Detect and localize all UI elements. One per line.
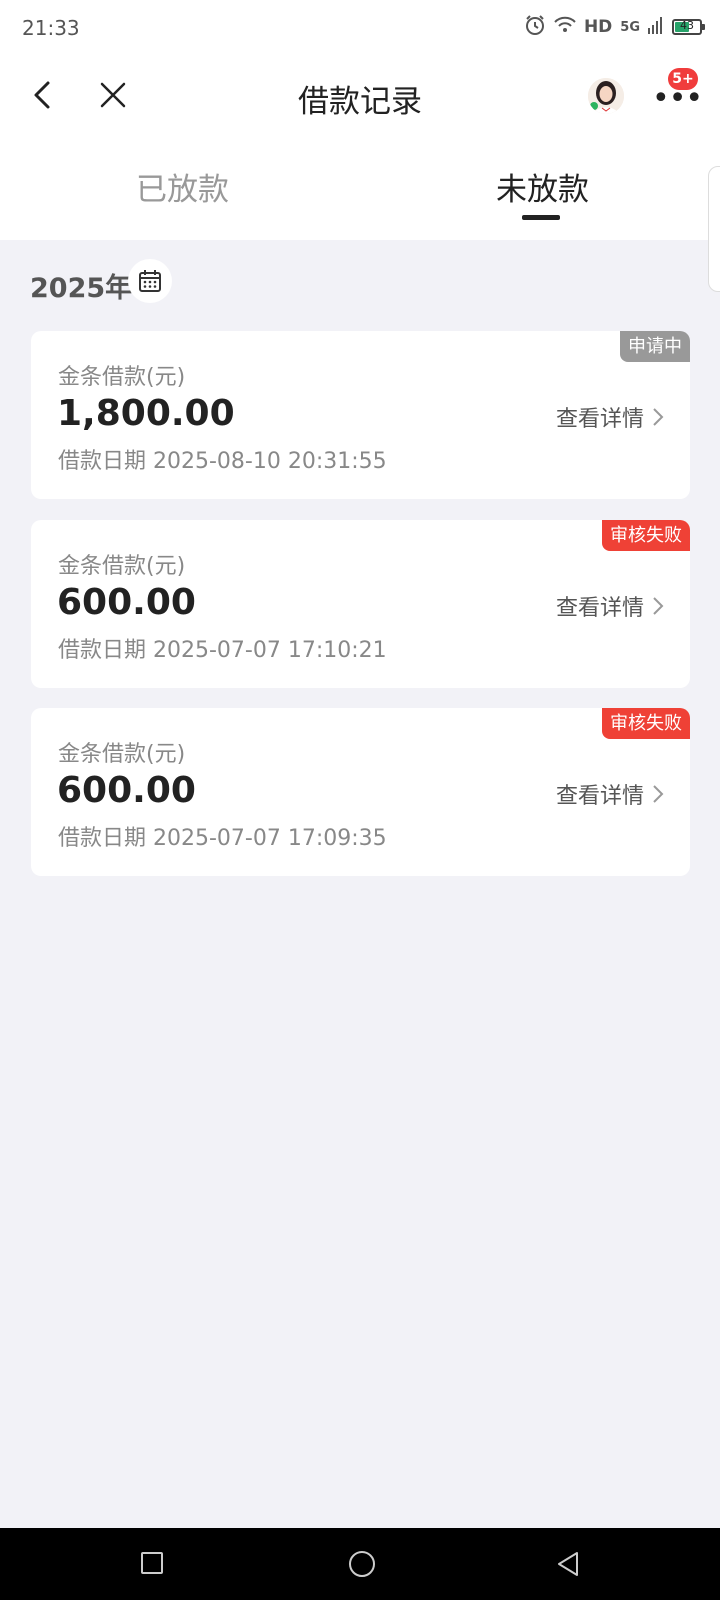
battery-icon: 43 (672, 19, 705, 35)
loan-record-card[interactable]: 审核失败 金条借款(元) 600.00 借款日期 2025-07-07 17:1… (31, 520, 690, 688)
status-tag: 审核失败 (602, 708, 690, 739)
view-detail-link[interactable]: 查看详情 (556, 778, 664, 810)
view-detail-link[interactable]: 查看详情 (556, 401, 664, 433)
system-navigation-bar (0, 1528, 720, 1600)
view-detail-label: 查看详情 (555, 784, 644, 809)
tab-not-disbursed[interactable]: 未放款 (496, 164, 589, 209)
loan-record-card[interactable]: 申请中 金条借款(元) 1,800.00 借款日期 2025-08-10 20:… (31, 331, 690, 499)
calendar-button[interactable] (128, 259, 172, 303)
status-icons: HD 5G 43 (524, 14, 705, 40)
view-detail-label: 查看详情 (555, 596, 644, 621)
avatar[interactable] (588, 78, 624, 114)
loan-amount: 600.00 (57, 770, 196, 811)
loan-date: 借款日期 2025-07-07 17:09:35 (58, 826, 387, 851)
home-button[interactable] (349, 1551, 375, 1577)
view-detail-link[interactable]: 查看详情 (556, 590, 664, 622)
triangle-back-icon (558, 1552, 578, 1576)
active-tab-indicator (522, 215, 560, 220)
loan-type-label: 金条借款(元) (58, 554, 186, 579)
side-drawer-handle[interactable] (708, 166, 720, 292)
tab-disbursed[interactable]: 已放款 (136, 164, 229, 209)
more-dots-icon: ••• (652, 81, 703, 116)
chevron-right-icon (653, 597, 664, 615)
calendar-icon (139, 270, 161, 292)
alarm-icon (524, 14, 546, 40)
system-back-button[interactable] (555, 1550, 581, 1582)
wifi-icon (554, 16, 576, 38)
chevron-right-icon (653, 408, 664, 426)
loan-date: 借款日期 2025-08-10 20:31:55 (58, 449, 387, 474)
loan-type-label: 金条借款(元) (58, 365, 186, 390)
battery-level: 43 (680, 19, 694, 32)
year-label: 2025年 (30, 273, 133, 304)
status-tag: 申请中 (620, 331, 690, 362)
chevron-right-icon (653, 785, 664, 803)
signal-icon (648, 16, 664, 38)
loan-amount: 600.00 (57, 582, 196, 623)
hd-label: HD (583, 17, 613, 37)
assistant-avatar-icon (588, 78, 624, 114)
loan-amount: 1,800.00 (57, 393, 235, 434)
status-time: 21:33 (22, 16, 80, 40)
loan-type-label: 金条借款(元) (58, 742, 186, 767)
notification-badge: 5+ (668, 68, 698, 90)
loan-date: 借款日期 2025-07-07 17:10:21 (58, 638, 387, 663)
recent-apps-button[interactable] (141, 1552, 163, 1574)
network-label: 5G (620, 19, 640, 35)
loan-record-card[interactable]: 审核失败 金条借款(元) 600.00 借款日期 2025-07-07 17:0… (31, 708, 690, 876)
view-detail-label: 查看详情 (555, 407, 644, 432)
status-tag: 审核失败 (602, 520, 690, 551)
